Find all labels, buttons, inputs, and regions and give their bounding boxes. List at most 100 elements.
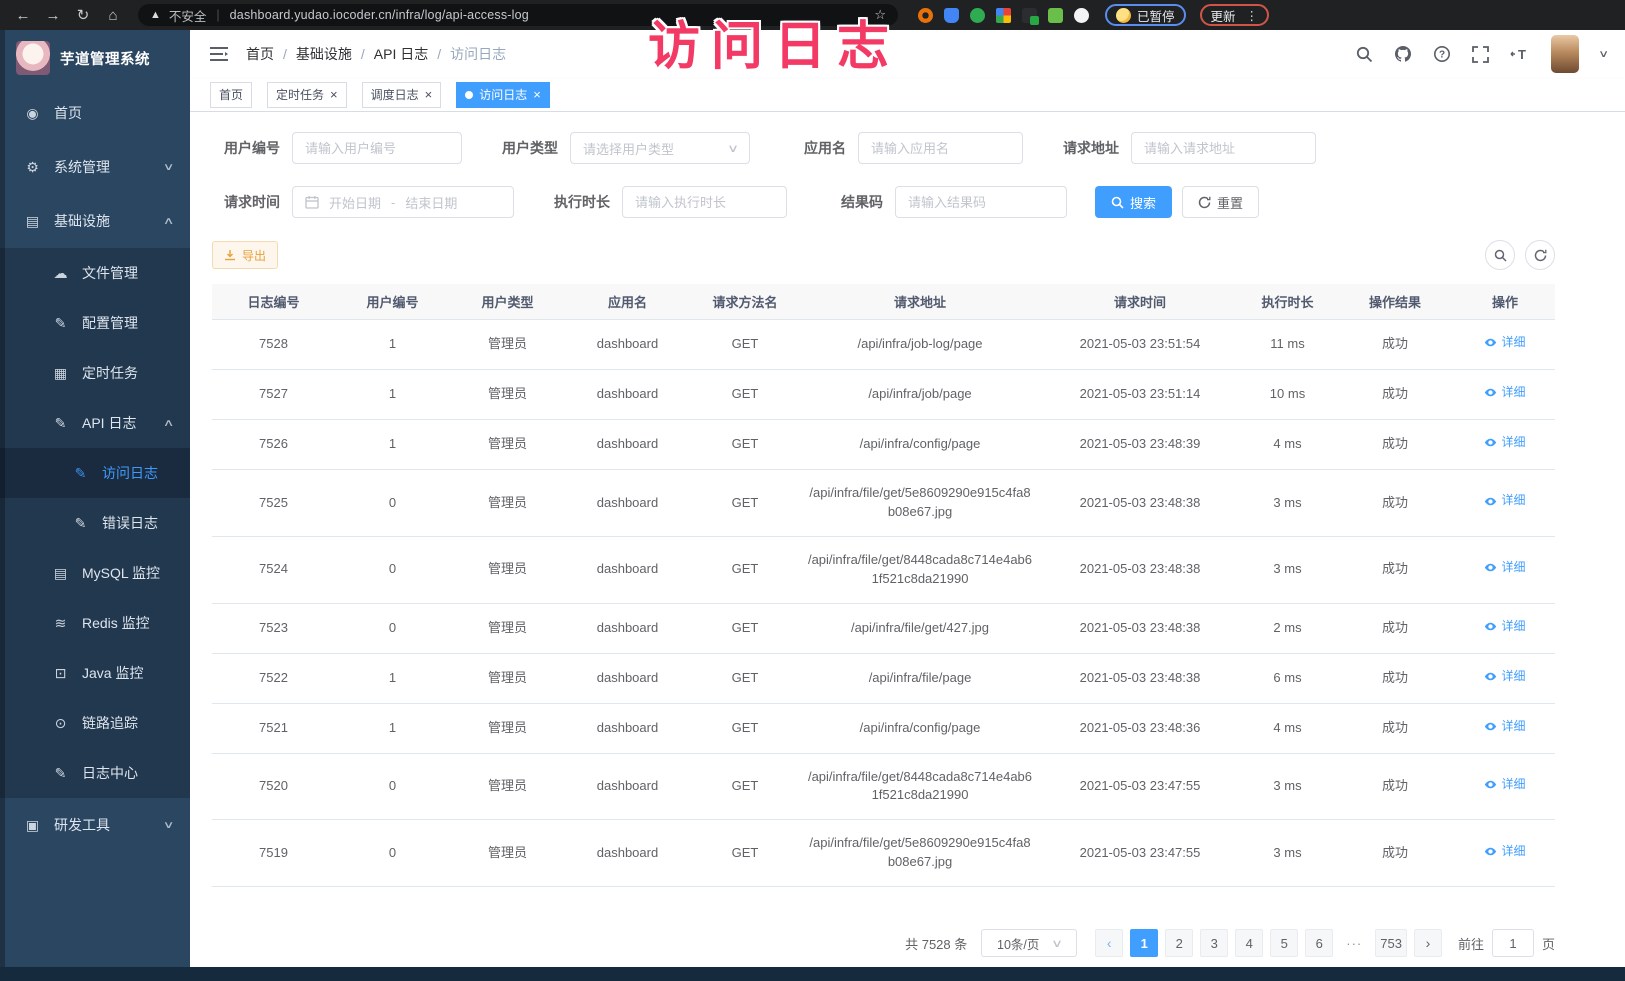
page-size-select[interactable]: 10条/页 ∨ [981, 929, 1077, 957]
reset-button[interactable]: 重置 [1182, 186, 1259, 218]
sidebar-item-home[interactable]: ◉首页 [0, 86, 190, 140]
table-row: 75281管理员dashboardGET/api/infra/job-log/p… [212, 320, 1555, 370]
detail-link[interactable]: 详细 [1484, 559, 1525, 576]
sidebar-item-dev-tools[interactable]: ▣研发工具∨ [0, 798, 190, 852]
paused-badge[interactable]: 已暂停 [1105, 4, 1186, 26]
table-row: 75211管理员dashboardGET/api/infra/config/pa… [212, 703, 1555, 753]
browser-address-bar[interactable]: ▲ 不安全 | dashboard.yudao.iocoder.cn/infra… [138, 4, 898, 26]
page-button-3[interactable]: 3 [1200, 929, 1228, 957]
filter-label-user-type: 用户类型 [490, 138, 558, 158]
breadcrumb-item[interactable]: 基础设施 [296, 44, 352, 64]
app-name-input[interactable] [858, 132, 1023, 164]
page-button-753[interactable]: 753 [1375, 929, 1407, 957]
update-button[interactable]: 更新 ⋮ [1200, 4, 1270, 26]
page-button-5[interactable]: 5 [1270, 929, 1298, 957]
tab-调度日志[interactable]: 调度日志× [362, 82, 442, 108]
page-button-4[interactable]: 4 [1235, 929, 1263, 957]
detail-link[interactable]: 详细 [1484, 776, 1525, 793]
chevron-down-icon[interactable]: ∨ [1598, 49, 1609, 60]
close-icon[interactable]: × [330, 88, 338, 101]
sidebar-item-mysql-monitor[interactable]: ▤MySQL 监控 [0, 548, 190, 598]
result-code-input[interactable] [895, 186, 1067, 218]
app-name-cell: dashboard [565, 820, 690, 887]
breadcrumb-item[interactable]: API 日志 [374, 44, 428, 64]
breadcrumb-separator: / [361, 46, 365, 62]
active-tag-dot [465, 91, 473, 99]
page-button-6[interactable]: 6 [1305, 929, 1333, 957]
font-size-icon[interactable]: T [1510, 46, 1530, 62]
filter-label-app-name: 应用名 [778, 138, 846, 158]
sidebar-item-error-log[interactable]: ✎错误日志 [0, 498, 190, 548]
user-id-cell: 0 [335, 820, 450, 887]
export-button[interactable]: 导出 [212, 241, 278, 269]
search-button[interactable]: 搜索 [1095, 186, 1172, 218]
close-icon[interactable]: × [533, 88, 541, 101]
detail-link[interactable]: 详细 [1484, 384, 1525, 401]
extension-icon-dark[interactable] [1022, 8, 1037, 23]
question-icon[interactable]: ? [1433, 45, 1451, 63]
prev-page-button[interactable]: ‹ [1095, 929, 1123, 957]
github-icon[interactable] [1394, 45, 1412, 63]
tab-定时任务[interactable]: 定时任务× [267, 82, 347, 108]
sidebar-item-log-center[interactable]: ✎日志中心 [0, 748, 190, 798]
user-id-input[interactable] [292, 132, 462, 164]
breadcrumb-separator: / [283, 46, 287, 62]
breadcrumb: 首页/基础设施/API 日志/访问日志 [246, 44, 506, 64]
user-type-cell: 管理员 [450, 653, 565, 703]
close-icon[interactable]: × [425, 88, 433, 101]
result-cell: 成功 [1335, 370, 1455, 420]
sidebar-item-trace[interactable]: ⊙链路追踪 [0, 698, 190, 748]
sidebar-logo[interactable]: 芋道管理系统 [0, 30, 190, 86]
fullscreen-icon[interactable] [1472, 46, 1489, 63]
sidebar-item-api-log[interactable]: ✎API 日志∧ [0, 398, 190, 448]
request-time-range-picker[interactable]: 开始日期 - 结束日期 [292, 186, 514, 218]
extension-icon-orange[interactable] [918, 8, 933, 23]
page-button-2[interactable]: 2 [1165, 929, 1193, 957]
tag-label: 访问日志 [479, 86, 527, 103]
tab-访问日志[interactable]: 访问日志 × [456, 82, 550, 108]
toggle-search-button[interactable] [1485, 240, 1515, 270]
next-page-button[interactable]: › [1414, 929, 1442, 957]
sidebar-item-infrastructure[interactable]: ▤基础设施∧ [0, 194, 190, 248]
detail-link[interactable]: 详细 [1484, 718, 1525, 735]
more-pages-button[interactable]: ··· [1340, 929, 1368, 957]
detail-link[interactable]: 详细 [1484, 334, 1525, 351]
detail-link[interactable]: 详细 [1484, 492, 1525, 509]
bookmark-star-icon[interactable]: ☆ [874, 7, 886, 23]
browser-home-button[interactable]: ⌂ [100, 7, 126, 24]
detail-link[interactable]: 详细 [1484, 843, 1525, 860]
refresh-table-button[interactable] [1525, 240, 1555, 270]
sidebar-item-config-management[interactable]: ✎配置管理 [0, 298, 190, 348]
extension-icon-shield[interactable] [944, 8, 959, 23]
kebab-menu-icon[interactable]: ⋮ [1246, 8, 1259, 23]
hamburger-icon[interactable] [210, 46, 228, 62]
browser-forward-button[interactable]: → [40, 7, 66, 24]
duration-input[interactable] [622, 186, 787, 218]
extension-icon-grid[interactable] [996, 8, 1011, 23]
breadcrumb-item[interactable]: 首页 [246, 44, 274, 64]
result-cell: 成功 [1335, 653, 1455, 703]
extension-icon-flower[interactable] [1074, 8, 1089, 23]
sidebar-item-file-management[interactable]: ☁文件管理 [0, 248, 190, 298]
user-type-select[interactable]: 请选择用户类型 ∨ [570, 132, 750, 164]
sidebar-item-redis-monitor[interactable]: ≋Redis 监控 [0, 598, 190, 648]
sidebar-item-scheduled-tasks[interactable]: ▦定时任务 [0, 348, 190, 398]
eye-icon [1484, 495, 1497, 508]
extension-icon-green[interactable] [970, 8, 985, 23]
sidebar-item-access-log[interactable]: ✎访问日志 [0, 448, 190, 498]
breadcrumb-separator: / [437, 46, 441, 62]
request-url-input[interactable] [1131, 132, 1316, 164]
browser-back-button[interactable]: ← [10, 7, 36, 24]
extension-icon-sprout[interactable] [1048, 8, 1063, 23]
detail-link[interactable]: 详细 [1484, 668, 1525, 685]
sidebar-item-system-management[interactable]: ⚙系统管理∨ [0, 140, 190, 194]
user-avatar[interactable] [1551, 35, 1579, 73]
sidebar-item-java-monitor[interactable]: ⊡Java 监控 [0, 648, 190, 698]
browser-reload-button[interactable]: ↻ [70, 6, 96, 24]
goto-page-input[interactable] [1492, 929, 1534, 957]
detail-link[interactable]: 详细 [1484, 434, 1525, 451]
search-icon[interactable] [1356, 46, 1373, 63]
tab-首页[interactable]: 首页 [210, 82, 252, 108]
page-button-1[interactable]: 1 [1130, 929, 1158, 957]
detail-link[interactable]: 详细 [1484, 618, 1525, 635]
